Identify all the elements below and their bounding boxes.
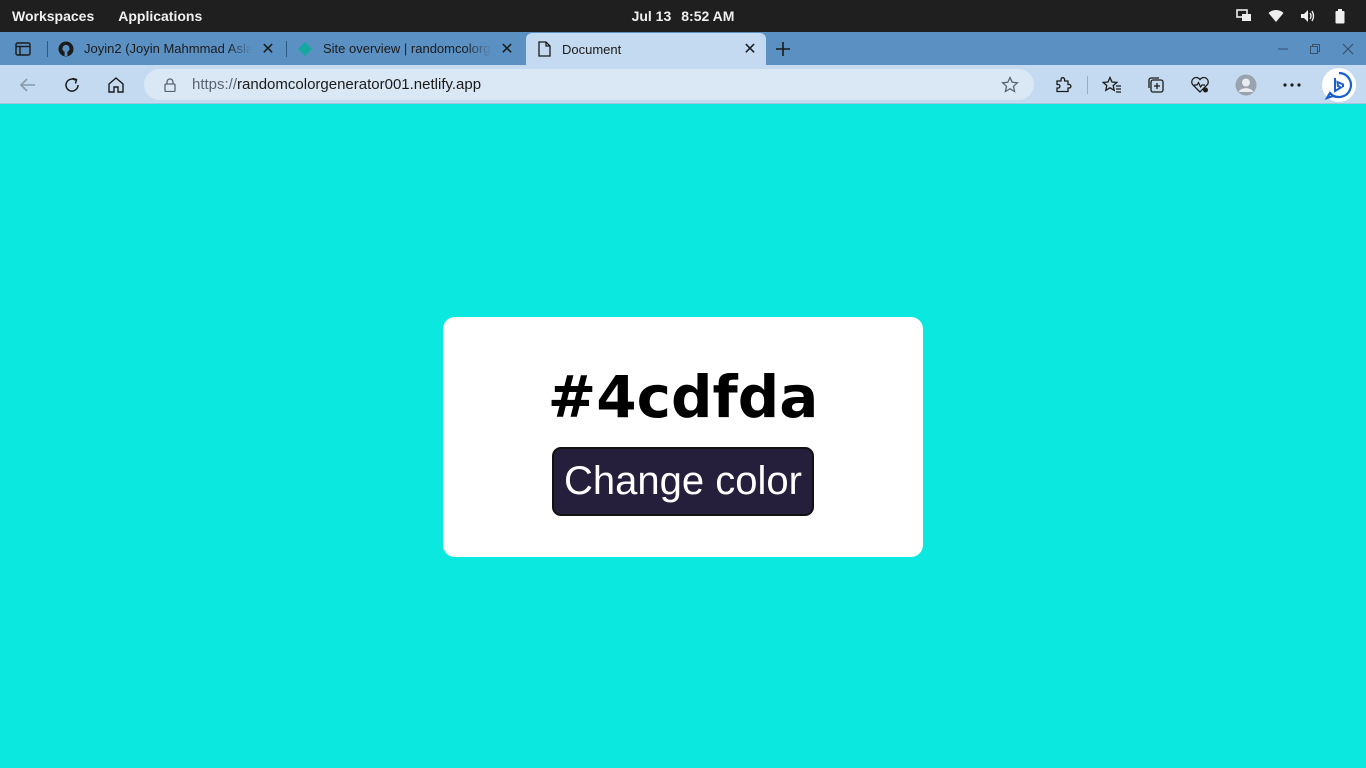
address-bar[interactable]: https://randomcolorgenerator001.netlify.… xyxy=(144,69,1034,100)
change-color-button[interactable]: Change color xyxy=(552,447,814,516)
volume-icon[interactable] xyxy=(1300,8,1316,24)
collections-icon[interactable] xyxy=(1142,71,1170,99)
url-text[interactable]: https://randomcolorgenerator001.netlify.… xyxy=(192,76,1000,93)
bing-copilot-icon[interactable] xyxy=(1322,68,1356,102)
clock-time[interactable]: 8:52 AM xyxy=(681,8,734,24)
favorites-icon[interactable] xyxy=(1098,71,1126,99)
tab-close-icon[interactable]: ✕ xyxy=(497,39,517,59)
github-icon xyxy=(58,41,74,57)
url-scheme: https:// xyxy=(192,76,238,93)
minimize-icon[interactable] xyxy=(1272,38,1294,60)
browser-essentials-icon[interactable] xyxy=(1186,71,1214,99)
netlify-icon xyxy=(297,41,313,57)
tab-close-icon[interactable]: ✕ xyxy=(258,39,278,59)
hex-color-text: #4cdfda xyxy=(547,363,819,431)
restore-icon[interactable] xyxy=(1304,38,1326,60)
page-content: #4cdfda Change color xyxy=(0,105,1366,768)
toolbar-divider xyxy=(1087,76,1088,94)
system-tray xyxy=(1236,0,1348,32)
tab-document[interactable]: Document ✕ xyxy=(526,33,766,65)
screens-icon[interactable] xyxy=(1236,8,1252,24)
more-menu-icon[interactable] xyxy=(1278,71,1306,99)
extensions-icon[interactable] xyxy=(1049,71,1077,99)
tab-title: Site overview | randomcolorg xyxy=(323,41,491,56)
battery-icon[interactable] xyxy=(1332,8,1348,24)
document-icon xyxy=(536,41,552,57)
color-card: #4cdfda Change color xyxy=(443,317,923,557)
profile-avatar-icon[interactable] xyxy=(1232,71,1260,99)
new-tab-button[interactable] xyxy=(771,37,795,61)
tab-strip: Joyin2 (Joyin Mahmmad Aslam ✕ Site overv… xyxy=(0,32,1366,65)
clock-date[interactable]: Jul 13 xyxy=(632,8,672,24)
tab-title: Joyin2 (Joyin Mahmmad Aslam xyxy=(84,41,252,56)
home-icon[interactable] xyxy=(102,71,130,99)
tab-netlify[interactable]: Site overview | randomcolorg ✕ xyxy=(287,32,523,65)
close-window-icon[interactable] xyxy=(1337,38,1359,60)
workspaces-menu[interactable]: Workspaces xyxy=(12,8,94,24)
os-top-bar: Workspaces Applications Jul 13 8:52 AM xyxy=(0,0,1366,32)
back-icon[interactable] xyxy=(14,71,42,99)
tab-github[interactable]: Joyin2 (Joyin Mahmmad Aslam ✕ xyxy=(48,32,284,65)
clock[interactable]: Jul 13 8:52 AM xyxy=(0,0,1366,32)
browser-toolbar: https://randomcolorgenerator001.netlify.… xyxy=(0,65,1366,104)
wifi-icon[interactable] xyxy=(1268,8,1284,24)
favorite-star-icon[interactable] xyxy=(1000,75,1020,95)
tab-close-icon[interactable]: ✕ xyxy=(740,39,760,59)
refresh-icon[interactable] xyxy=(58,71,86,99)
lock-icon[interactable] xyxy=(162,77,178,93)
applications-menu[interactable]: Applications xyxy=(118,8,202,24)
tab-actions-icon[interactable] xyxy=(12,38,34,60)
url-host: randomcolorgenerator001.netlify.app xyxy=(237,76,482,93)
tab-title: Document xyxy=(562,41,622,57)
